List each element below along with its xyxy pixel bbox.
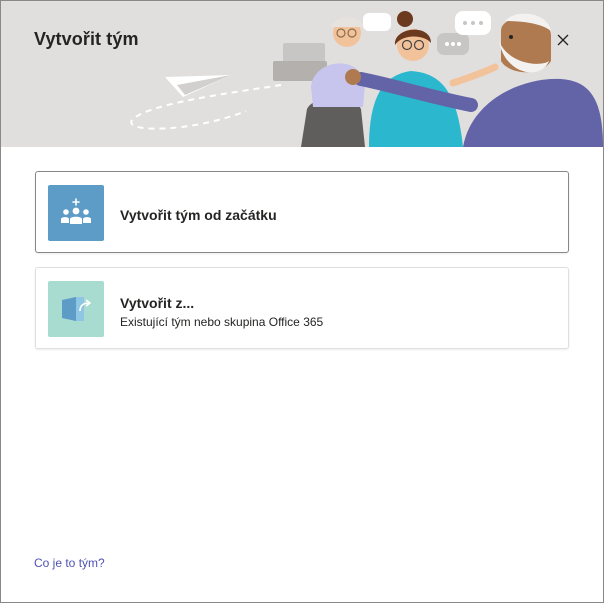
dialog-title: Vytvořit tým [34, 29, 139, 49]
create-from-existing-option[interactable]: Vytvořit z... Existující tým nebo skupin… [35, 267, 569, 349]
option-subtitle: Existující tým nebo skupina Office 365 [120, 315, 324, 329]
create-team-dialog: Vytvořit tým Vytvořit tým od začátku Vyt… [0, 0, 604, 603]
create-from-scratch-option[interactable]: Vytvořit tým od začátku [35, 171, 569, 253]
option-title: Vytvořit z... [120, 295, 195, 311]
create-from-existing-icon [48, 281, 104, 337]
team-add-icon [48, 185, 104, 241]
close-icon [557, 34, 569, 46]
team-illustration [130, 11, 603, 147]
close-button[interactable] [553, 30, 573, 50]
dialog-header: Vytvořit tým [1, 1, 603, 147]
what-is-team-link[interactable]: Co je to tým? [34, 556, 105, 570]
option-title: Vytvořit tým od začátku [120, 207, 277, 223]
